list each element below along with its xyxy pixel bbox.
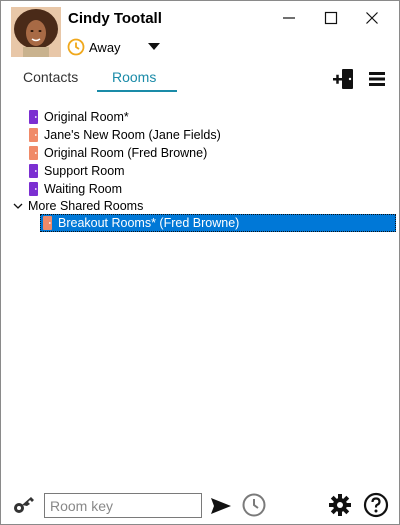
door-icon <box>29 146 38 160</box>
room-label: Original Room* <box>44 110 129 124</box>
contacts-window: Cindy Tootall Away Contacts Rooms Origin… <box>0 0 400 525</box>
maximize-button[interactable] <box>319 7 343 29</box>
new-room-button[interactable] <box>331 67 357 91</box>
door-icon <box>29 110 38 124</box>
tab-rooms[interactable]: Rooms <box>112 69 156 91</box>
close-button[interactable] <box>360 7 384 29</box>
room-label: Jane's New Room (Jane Fields) <box>44 128 221 142</box>
chevron-down-icon[interactable] <box>147 41 161 51</box>
door-icon <box>29 164 38 178</box>
group-label: More Shared Rooms <box>28 199 144 213</box>
room-label: Waiting Room <box>44 182 123 196</box>
status-label: Away <box>89 39 121 55</box>
room-label: Support Room <box>44 164 125 178</box>
help-icon[interactable] <box>363 492 389 518</box>
tab-contacts[interactable]: Contacts <box>23 69 78 91</box>
room-item[interactable]: Original Room (Fred Browne) <box>29 144 207 162</box>
minimize-button[interactable] <box>277 7 301 29</box>
room-label: Breakout Rooms* (Fred Browne) <box>58 216 240 230</box>
status-selector[interactable]: Away <box>67 37 121 57</box>
room-item[interactable]: Support Room <box>29 162 125 180</box>
door-icon <box>43 216 52 230</box>
room-item[interactable]: Original Room* <box>29 108 129 126</box>
hamburger-menu-icon <box>369 72 385 86</box>
door-icon <box>29 182 38 196</box>
active-tab-indicator <box>97 90 177 92</box>
minimize-icon <box>283 17 295 19</box>
room-key-input[interactable] <box>44 493 202 518</box>
clock-icon <box>67 38 85 56</box>
maximize-icon <box>324 11 338 25</box>
chevron-down-icon <box>13 203 23 209</box>
key-icon[interactable] <box>11 493 37 517</box>
close-icon <box>366 12 378 24</box>
room-item[interactable]: Jane's New Room (Jane Fields) <box>29 126 221 144</box>
add-room-icon <box>333 69 353 89</box>
menu-button[interactable] <box>364 67 390 91</box>
room-item[interactable]: Waiting Room <box>29 180 122 198</box>
user-name: Cindy Tootall <box>68 10 162 27</box>
door-icon <box>29 128 38 142</box>
send-icon[interactable] <box>209 495 233 517</box>
history-clock-icon[interactable] <box>241 492 267 518</box>
gear-icon[interactable] <box>328 493 352 517</box>
room-label: Original Room (Fred Browne) <box>44 146 208 160</box>
shared-rooms-group[interactable]: More Shared Rooms <box>12 197 143 215</box>
room-item-selected[interactable]: Breakout Rooms* (Fred Browne) <box>40 214 396 232</box>
avatar[interactable] <box>11 7 61 57</box>
